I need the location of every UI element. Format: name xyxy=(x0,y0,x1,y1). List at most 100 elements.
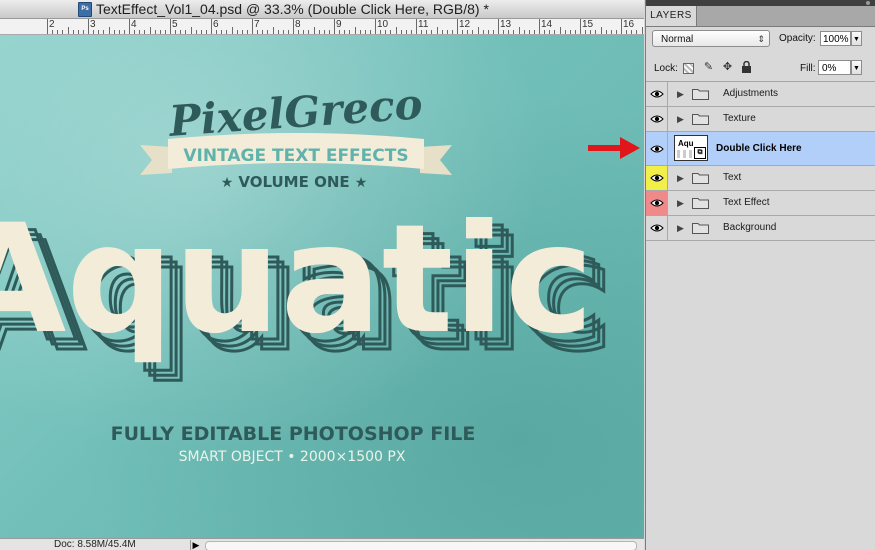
expand-triangle-icon[interactable]: ▶ xyxy=(677,197,684,209)
play-arrow-icon[interactable]: ▶ xyxy=(190,540,201,550)
smart-object-badge-icon: ⧉ xyxy=(694,147,706,159)
expand-triangle-icon[interactable]: ▶ xyxy=(677,222,684,234)
layer-row[interactable]: ▶ Texture xyxy=(646,107,875,132)
ruler-major-tick xyxy=(580,19,581,34)
ruler-minor-tick xyxy=(108,27,110,34)
ruler-number: 6 xyxy=(213,19,219,30)
stepper-arrows-icon: ⇕ xyxy=(757,34,765,44)
ruler-minor-tick xyxy=(605,30,607,34)
ruler-minor-tick xyxy=(164,30,166,34)
visibility-toggle[interactable] xyxy=(646,191,668,215)
opacity-dropdown-button[interactable]: ▼ xyxy=(851,31,862,46)
ruler-minor-tick xyxy=(308,30,310,34)
ruler-minor-tick xyxy=(405,30,407,34)
ruler-minor-tick xyxy=(216,30,218,34)
horizontal-ruler[interactable]: 2 3 4 5 6 7 8 9 10 11 12 13 14 15 16 xyxy=(0,19,644,35)
ruler-major-tick xyxy=(170,19,171,34)
ruler-minor-tick xyxy=(508,30,510,34)
lock-icon[interactable] xyxy=(740,60,753,74)
ruler-minor-tick xyxy=(441,30,443,34)
blend-mode-select[interactable]: Normal ⇕ xyxy=(652,30,770,47)
layer-row[interactable]: ▶ Text Effect xyxy=(646,191,875,216)
layer-row-selected[interactable]: Aqu ⧉ Double Click Here xyxy=(646,132,875,166)
ruler-minor-tick xyxy=(554,30,556,34)
tagline: FULLY EDITABLE PHOTOSHOP FILE xyxy=(111,423,476,445)
layer-row[interactable]: ▶ Background xyxy=(646,216,875,241)
ruler-minor-tick xyxy=(139,30,141,34)
horizontal-scrollbar[interactable] xyxy=(205,541,637,550)
ruler-minor-tick xyxy=(98,30,100,34)
layer-name: Double Click Here xyxy=(716,143,802,154)
ruler-minor-tick xyxy=(436,27,438,34)
ruler-minor-tick xyxy=(410,30,412,34)
ruler-minor-tick xyxy=(477,27,479,34)
visibility-toggle[interactable] xyxy=(646,132,668,165)
visibility-toggle[interactable] xyxy=(646,107,668,131)
ruler-minor-tick xyxy=(585,30,587,34)
ruler-minor-tick xyxy=(313,27,315,34)
volume-label: VOLUME ONE xyxy=(238,173,349,191)
smart-object-thumbnail[interactable]: Aqu ⧉ xyxy=(674,135,708,161)
layer-name: Texture xyxy=(723,113,756,124)
ruler-minor-tick xyxy=(241,30,243,34)
fill-dropdown-button[interactable]: ▼ xyxy=(851,60,862,75)
document-window: Ps TextEffect_Vol1_04.psd @ 33.3% (Doubl… xyxy=(0,0,644,550)
star-right-icon: ★ xyxy=(355,175,368,191)
panel-options-icon[interactable] xyxy=(866,1,870,5)
ruler-minor-tick xyxy=(569,30,571,34)
transparency-checker xyxy=(677,150,693,158)
ruler-minor-tick xyxy=(72,30,74,34)
ruler-minor-tick xyxy=(641,27,643,34)
ruler-major-tick xyxy=(457,19,458,34)
ruler-minor-tick xyxy=(369,30,371,34)
expand-triangle-icon[interactable]: ▶ xyxy=(677,113,684,125)
ruler-number: 15 xyxy=(582,19,594,30)
ruler-major-tick xyxy=(621,19,622,34)
opacity-field[interactable]: 100% xyxy=(820,31,851,46)
ruler-minor-tick xyxy=(426,30,428,34)
move-icon[interactable]: ✥ xyxy=(721,61,734,74)
doc-size-readout[interactable]: Doc: 8.58M/45.4M xyxy=(54,539,136,550)
expand-triangle-icon[interactable]: ▶ xyxy=(677,172,684,184)
ruler-minor-tick xyxy=(62,30,64,34)
layer-row[interactable]: ▶ Text xyxy=(646,166,875,191)
ruler-number: 12 xyxy=(459,19,471,30)
ruler-minor-tick xyxy=(175,30,177,34)
ruler-number: 8 xyxy=(295,19,301,30)
ruler-major-tick xyxy=(293,19,294,34)
status-bar: Doc: 8.58M/45.4M ▶ xyxy=(0,538,644,550)
ruler-minor-tick xyxy=(277,30,279,34)
ruler-minor-tick xyxy=(134,30,136,34)
document-title: TextEffect_Vol1_04.psd @ 33.3% (Double C… xyxy=(96,1,489,17)
ruler-major-tick xyxy=(211,19,212,34)
expand-triangle-icon[interactable]: ▶ xyxy=(677,88,684,100)
ruler-minor-tick xyxy=(431,30,433,34)
ruler-number: 7 xyxy=(254,19,260,30)
folder-icon xyxy=(692,198,709,209)
layer-name: Background xyxy=(723,222,777,233)
layer-name: Text Effect xyxy=(723,197,770,208)
ruler-minor-tick xyxy=(467,30,469,34)
ruler-minor-tick xyxy=(513,30,515,34)
visibility-toggle[interactable] xyxy=(646,166,668,190)
brush-icon[interactable]: ✎ xyxy=(702,61,715,74)
tab-layers[interactable]: LAYERS xyxy=(646,6,697,26)
ruler-minor-tick xyxy=(205,30,207,34)
ruler-minor-tick xyxy=(328,30,330,34)
lock-transparent-icon[interactable] xyxy=(683,63,694,74)
folder-icon xyxy=(692,223,709,234)
ruler-minor-tick xyxy=(77,30,79,34)
ruler-major-tick xyxy=(88,19,89,34)
layer-row[interactable]: ▶ Adjustments xyxy=(646,82,875,107)
ruler-minor-tick xyxy=(590,30,592,34)
ruler-minor-tick xyxy=(487,30,489,34)
ruler-minor-tick xyxy=(123,30,125,34)
ruler-minor-tick xyxy=(446,30,448,34)
document-title-bar[interactable]: Ps TextEffect_Vol1_04.psd @ 33.3% (Doubl… xyxy=(0,0,644,19)
document-canvas[interactable]: PixelGreco VINTAGE TEXT EFFECTS ★ VOLUME… xyxy=(0,35,644,538)
visibility-toggle[interactable] xyxy=(646,216,668,240)
fill-field[interactable]: 0% xyxy=(818,60,851,75)
banner-text: VINTAGE TEXT EFFECTS xyxy=(183,146,408,166)
ruler-number: 3 xyxy=(90,19,96,30)
visibility-toggle[interactable] xyxy=(646,82,668,106)
